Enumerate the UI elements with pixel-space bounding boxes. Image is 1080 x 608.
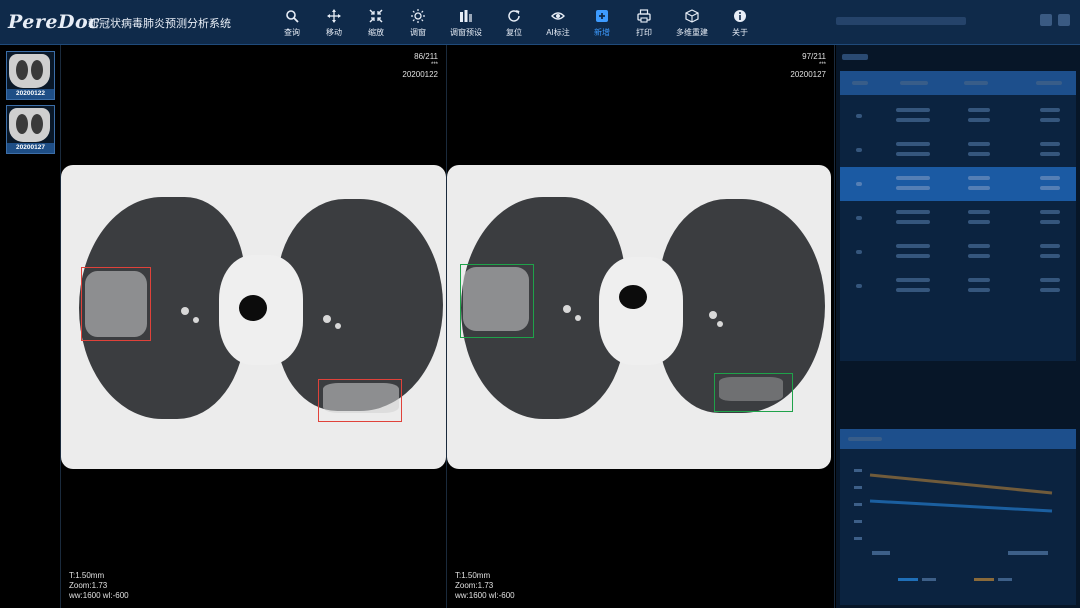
vessel: [335, 323, 341, 329]
viewport-info-top: 97/211 *** 20200127: [790, 51, 826, 80]
lesion-annotation-box[interactable]: [714, 373, 793, 412]
window-values: ww:1600 wl:-600: [455, 591, 515, 600]
eye-icon: [551, 12, 565, 20]
trachea: [239, 295, 267, 321]
add-icon: [596, 10, 608, 22]
info-icon: [734, 10, 746, 22]
series-date: 20200122: [7, 89, 54, 99]
print-icon: [637, 9, 651, 23]
table-row[interactable]: [840, 269, 1076, 303]
window-values: ww:1600 wl:-600: [69, 591, 129, 600]
slice-thickness: T:1.50mm: [69, 571, 105, 580]
lesion-annotation-box[interactable]: [318, 379, 402, 422]
ai-annotation-label: AI标注: [546, 28, 570, 37]
lesion-annotation-box[interactable]: [460, 264, 534, 338]
trend-chart: [840, 429, 1076, 605]
patient-marker: ***: [818, 62, 826, 68]
ct-thumbnail-image: [9, 54, 50, 88]
settings-icon[interactable]: [1040, 14, 1052, 26]
window-level-button[interactable]: 调窗: [398, 0, 438, 44]
vessel: [323, 315, 331, 323]
zoom-button[interactable]: 缩放: [356, 0, 396, 44]
trachea: [619, 285, 647, 309]
slice-index: 97/211: [802, 52, 826, 61]
panel-title: [842, 54, 868, 60]
study-date: 20200127: [790, 70, 826, 79]
window-preset-label: 调窗预设: [450, 28, 482, 37]
mpr-button[interactable]: 多维重建: [666, 0, 718, 44]
slice-thickness: T:1.50mm: [455, 571, 491, 580]
about-button[interactable]: 关于: [720, 0, 760, 44]
table-row[interactable]: [840, 167, 1076, 201]
vessel: [181, 307, 189, 315]
vessel: [575, 315, 581, 321]
vessel: [709, 311, 717, 319]
print-button[interactable]: 打印: [624, 0, 664, 44]
trend-line-1: [869, 473, 1053, 495]
table-row[interactable]: [840, 99, 1076, 133]
reset-button[interactable]: 复位: [494, 0, 534, 44]
table-row[interactable]: [840, 133, 1076, 167]
brightness-icon: [411, 9, 425, 23]
move-icon: [327, 9, 341, 23]
zoom-label: 缩放: [368, 28, 384, 37]
move-button[interactable]: 移动: [314, 0, 354, 44]
query-label: 查询: [284, 28, 300, 37]
add-label: 新增: [594, 28, 610, 37]
trend-line-2: [869, 499, 1053, 513]
search-icon: [286, 10, 299, 23]
vessel: [717, 321, 723, 327]
move-label: 移动: [326, 28, 342, 37]
window-preset-icon: [460, 10, 472, 22]
patient-marker: ***: [430, 62, 438, 68]
top-bar: PereDoc 新冠状病毒肺炎预测分析系统 查询 移动 缩放 调窗 调窗预设 复…: [0, 0, 1080, 45]
reset-icon: [508, 10, 520, 22]
app-logo: PereDoc: [8, 11, 101, 33]
viewport-info-bottom: T:1.50mm Zoom:1.73 ww:1600 wl:-600: [455, 571, 515, 601]
ct-viewport-left[interactable]: 86/211 *** 20200122 T:1.50mm Zoom:1.73 w…: [61, 45, 447, 608]
query-button[interactable]: 查询: [272, 0, 312, 44]
lesion-table: [840, 71, 1076, 361]
table-row[interactable]: [840, 235, 1076, 269]
table-row[interactable]: [840, 201, 1076, 235]
trend-chart-plot: [854, 469, 1053, 581]
series-thumbnail-strip: 20200122 20200127: [0, 45, 61, 608]
series-thumbnail[interactable]: 20200122: [6, 51, 55, 100]
user-info: [836, 17, 966, 25]
series-date: 20200127: [7, 143, 54, 153]
window-preset-button[interactable]: 调窗预设: [440, 0, 492, 44]
series-thumbnail[interactable]: 20200127: [6, 105, 55, 154]
viewport-info-top: 86/211 *** 20200122: [402, 51, 438, 80]
ct-viewport-right[interactable]: 97/211 *** 20200127 T:1.50mm Zoom:1.73 w…: [447, 45, 835, 608]
toolbar: 查询 移动 缩放 调窗 调窗预设 复位 AI标注 新增 打印 多维重建 关于: [272, 0, 762, 44]
slice-index: 86/211: [414, 52, 438, 61]
study-date: 20200122: [402, 70, 438, 79]
zoom-icon: [369, 9, 383, 23]
window-level-label: 调窗: [410, 28, 426, 37]
ct-thumbnail-image: [9, 108, 50, 142]
app-title: 新冠状病毒肺炎预测分析系统: [88, 18, 231, 30]
lesion-annotation-box[interactable]: [81, 267, 151, 341]
print-label: 打印: [636, 28, 652, 37]
mediastinum: [599, 257, 683, 365]
viewport-info-bottom: T:1.50mm Zoom:1.73 ww:1600 wl:-600: [69, 571, 129, 601]
zoom-level: Zoom:1.73: [455, 581, 494, 590]
ai-annotation-button[interactable]: AI标注: [536, 0, 580, 44]
about-label: 关于: [732, 28, 748, 37]
analysis-panel: [836, 45, 1080, 608]
table-header: [840, 71, 1076, 95]
zoom-level: Zoom:1.73: [69, 581, 108, 590]
vessel: [563, 305, 571, 313]
add-button[interactable]: 新增: [582, 0, 622, 44]
cube-icon: [685, 9, 699, 23]
vessel: [193, 317, 199, 323]
mpr-label: 多维重建: [676, 28, 708, 37]
reset-label: 复位: [506, 28, 522, 37]
logout-icon[interactable]: [1058, 14, 1070, 26]
